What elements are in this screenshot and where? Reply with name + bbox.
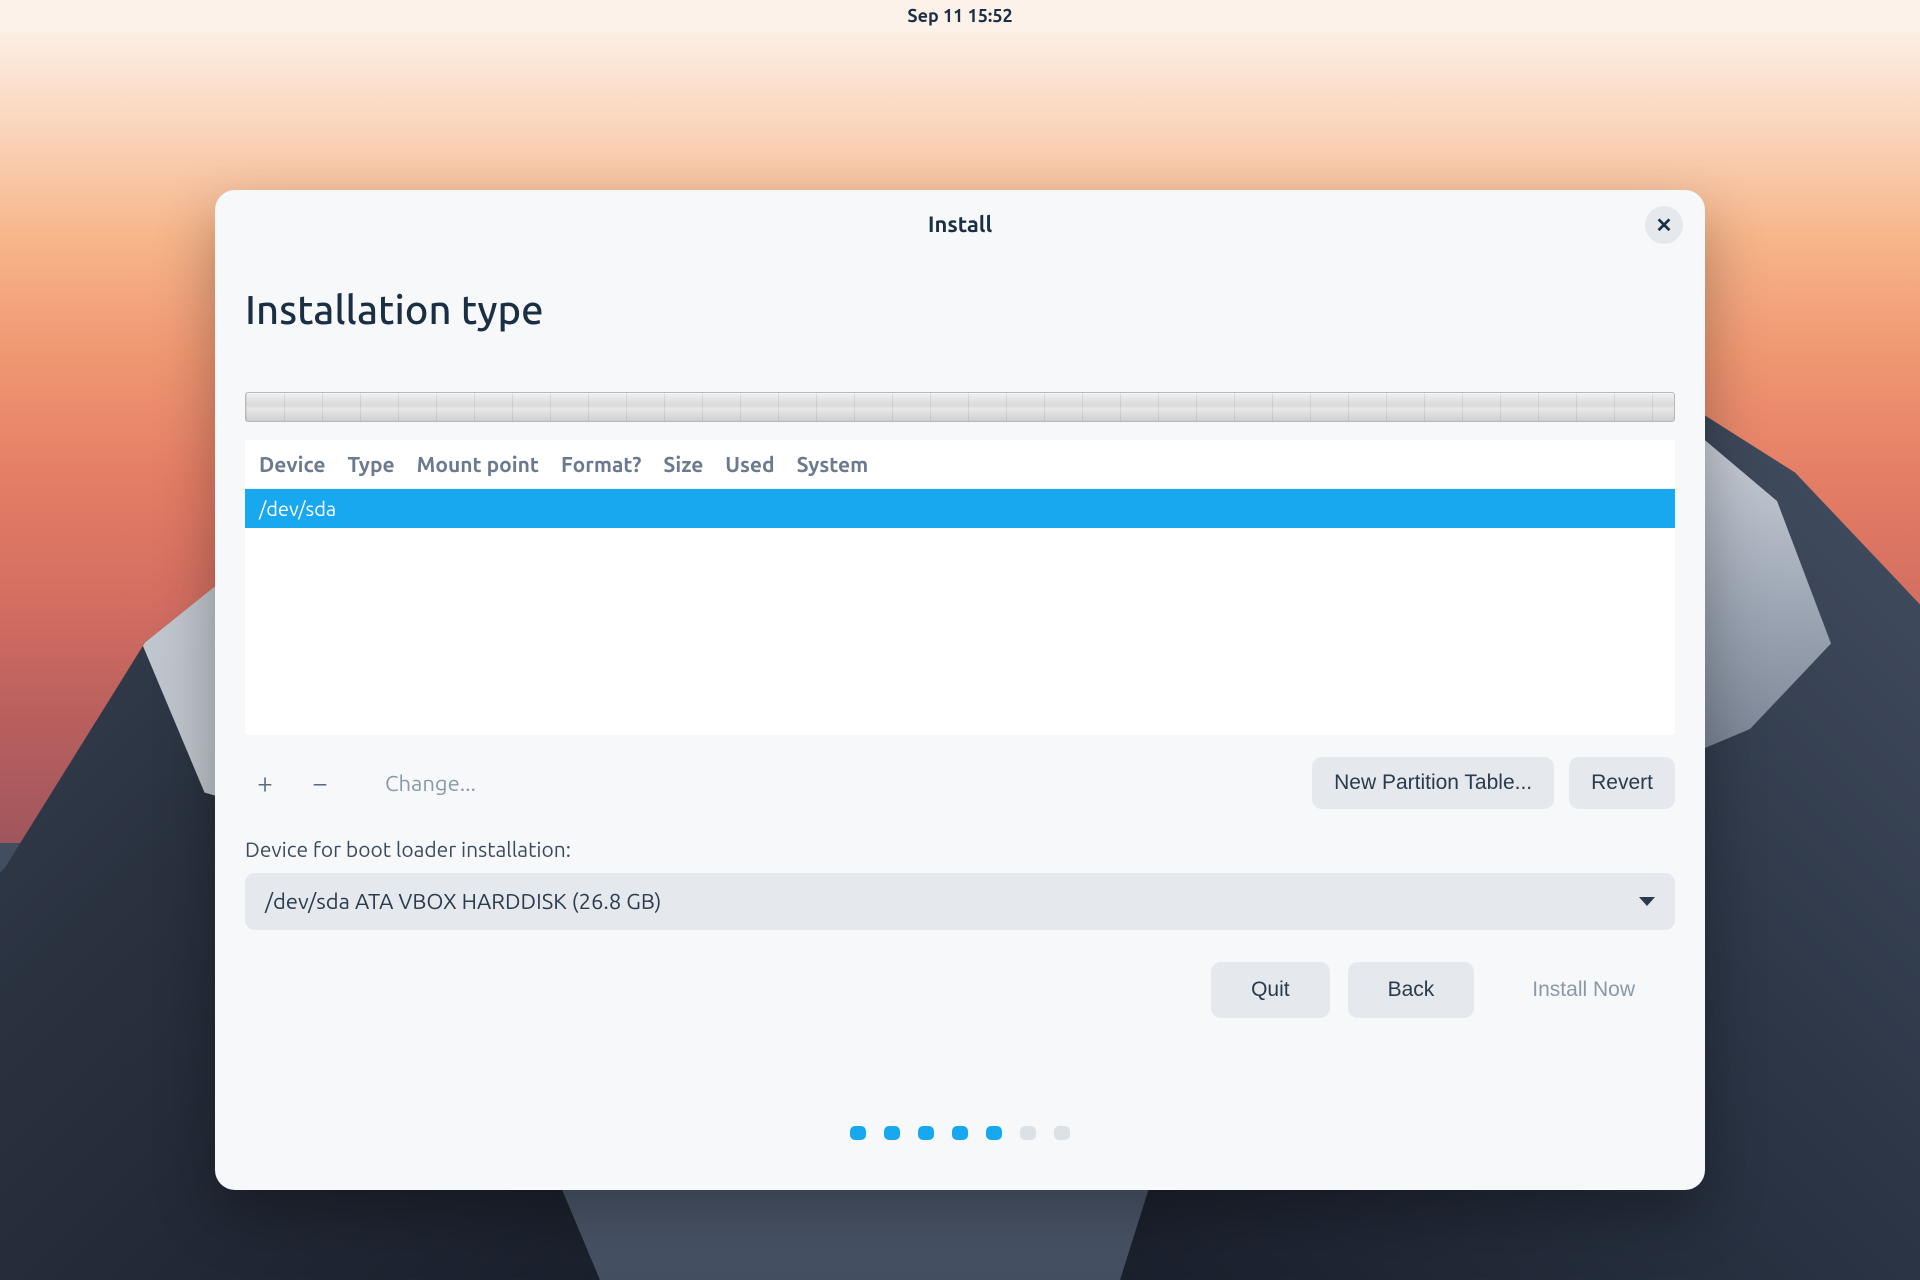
close-button[interactable]: ✕ xyxy=(1645,206,1683,244)
col-size[interactable]: Size xyxy=(663,452,703,476)
progress-dot xyxy=(850,1126,866,1140)
add-partition-button[interactable]: + xyxy=(245,768,285,799)
partition-toolbar: + − Change... New Partition Table... Rev… xyxy=(245,757,1675,809)
back-button[interactable]: Back xyxy=(1348,962,1475,1018)
dialog-title-text: Install xyxy=(928,212,992,237)
remove-partition-button[interactable]: − xyxy=(300,768,340,799)
col-used[interactable]: Used xyxy=(725,452,774,476)
progress-dot xyxy=(1020,1126,1036,1140)
close-icon: ✕ xyxy=(1656,213,1673,237)
new-partition-table-button[interactable]: New Partition Table... xyxy=(1312,757,1554,809)
partition-visual-bar[interactable] xyxy=(245,392,1675,422)
partition-table: Device Type Mount point Format? Size Use… xyxy=(245,440,1675,735)
progress-dot xyxy=(884,1126,900,1140)
chevron-down-icon xyxy=(1639,897,1655,906)
table-header: Device Type Mount point Format? Size Use… xyxy=(245,440,1675,489)
bootloader-label: Device for boot loader installation: xyxy=(245,837,1675,861)
install-now-button[interactable]: Install Now xyxy=(1492,962,1675,1018)
progress-dot xyxy=(952,1126,968,1140)
dialog-titlebar: Install ✕ xyxy=(245,212,1675,237)
col-type[interactable]: Type xyxy=(347,452,394,476)
quit-button[interactable]: Quit xyxy=(1211,962,1330,1018)
row-device-value: /dev/sda xyxy=(259,497,336,520)
col-system[interactable]: System xyxy=(797,452,869,476)
progress-dot xyxy=(1054,1126,1070,1140)
col-mount[interactable]: Mount point xyxy=(417,452,539,476)
progress-dot xyxy=(918,1126,934,1140)
progress-indicator xyxy=(245,1126,1675,1160)
topbar: Sep 11 15:52 xyxy=(0,0,1920,32)
col-device[interactable]: Device xyxy=(259,452,325,476)
change-partition-button[interactable]: Change... xyxy=(385,771,476,796)
bootloader-device-select[interactable]: /dev/sda ATA VBOX HARDDISK (26.8 GB) xyxy=(245,873,1675,930)
revert-button[interactable]: Revert xyxy=(1569,757,1675,809)
col-format[interactable]: Format? xyxy=(561,452,641,476)
page-title: Installation type xyxy=(245,287,1675,332)
table-row[interactable]: /dev/sda xyxy=(245,489,1675,528)
clock[interactable]: Sep 11 15:52 xyxy=(907,6,1012,26)
bootloader-selected-value: /dev/sda ATA VBOX HARDDISK (26.8 GB) xyxy=(265,889,661,914)
progress-dot xyxy=(986,1126,1002,1140)
footer-actions: Quit Back Install Now xyxy=(245,962,1675,1018)
install-dialog: Install ✕ Installation type Device Type … xyxy=(215,190,1705,1190)
